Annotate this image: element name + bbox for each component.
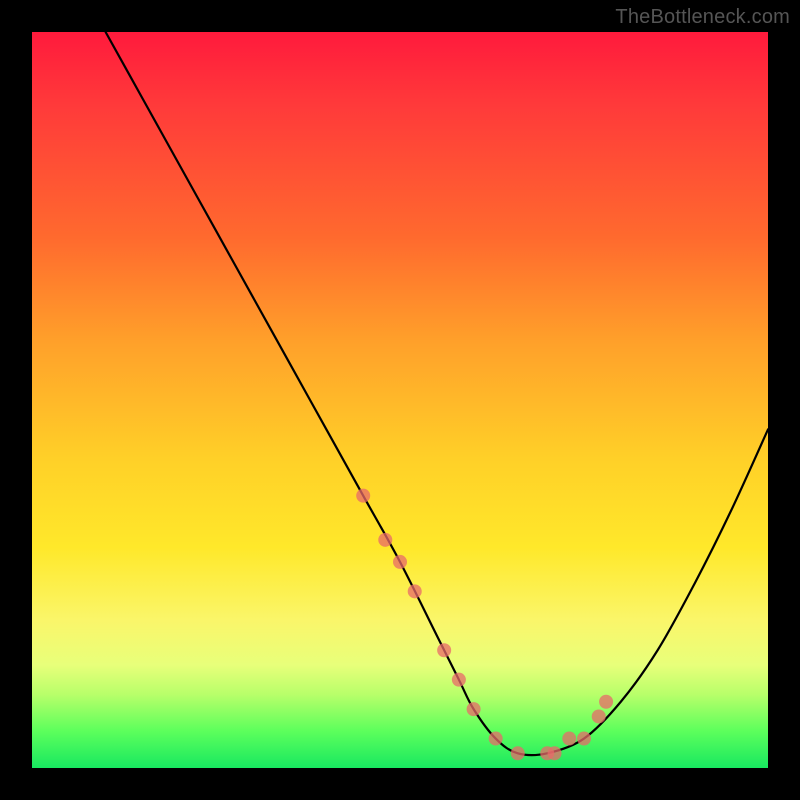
highlight-dots — [356, 489, 613, 761]
highlight-dot — [408, 584, 422, 598]
bottleneck-curve — [106, 32, 768, 755]
curve-svg — [32, 32, 768, 768]
highlight-dot — [577, 732, 591, 746]
highlight-dot — [356, 489, 370, 503]
highlight-dot — [599, 695, 613, 709]
chart-frame: TheBottleneck.com — [0, 0, 800, 800]
highlight-dot — [467, 702, 481, 716]
highlight-dot — [548, 746, 562, 760]
highlight-dot — [592, 709, 606, 723]
highlight-dot — [378, 533, 392, 547]
highlight-dot — [452, 673, 466, 687]
highlight-dot — [489, 732, 503, 746]
highlight-dot — [511, 746, 525, 760]
plot-area — [32, 32, 768, 768]
highlight-dot — [393, 555, 407, 569]
highlight-dot — [437, 643, 451, 657]
watermark-text: TheBottleneck.com — [615, 6, 790, 29]
highlight-dot — [562, 732, 576, 746]
